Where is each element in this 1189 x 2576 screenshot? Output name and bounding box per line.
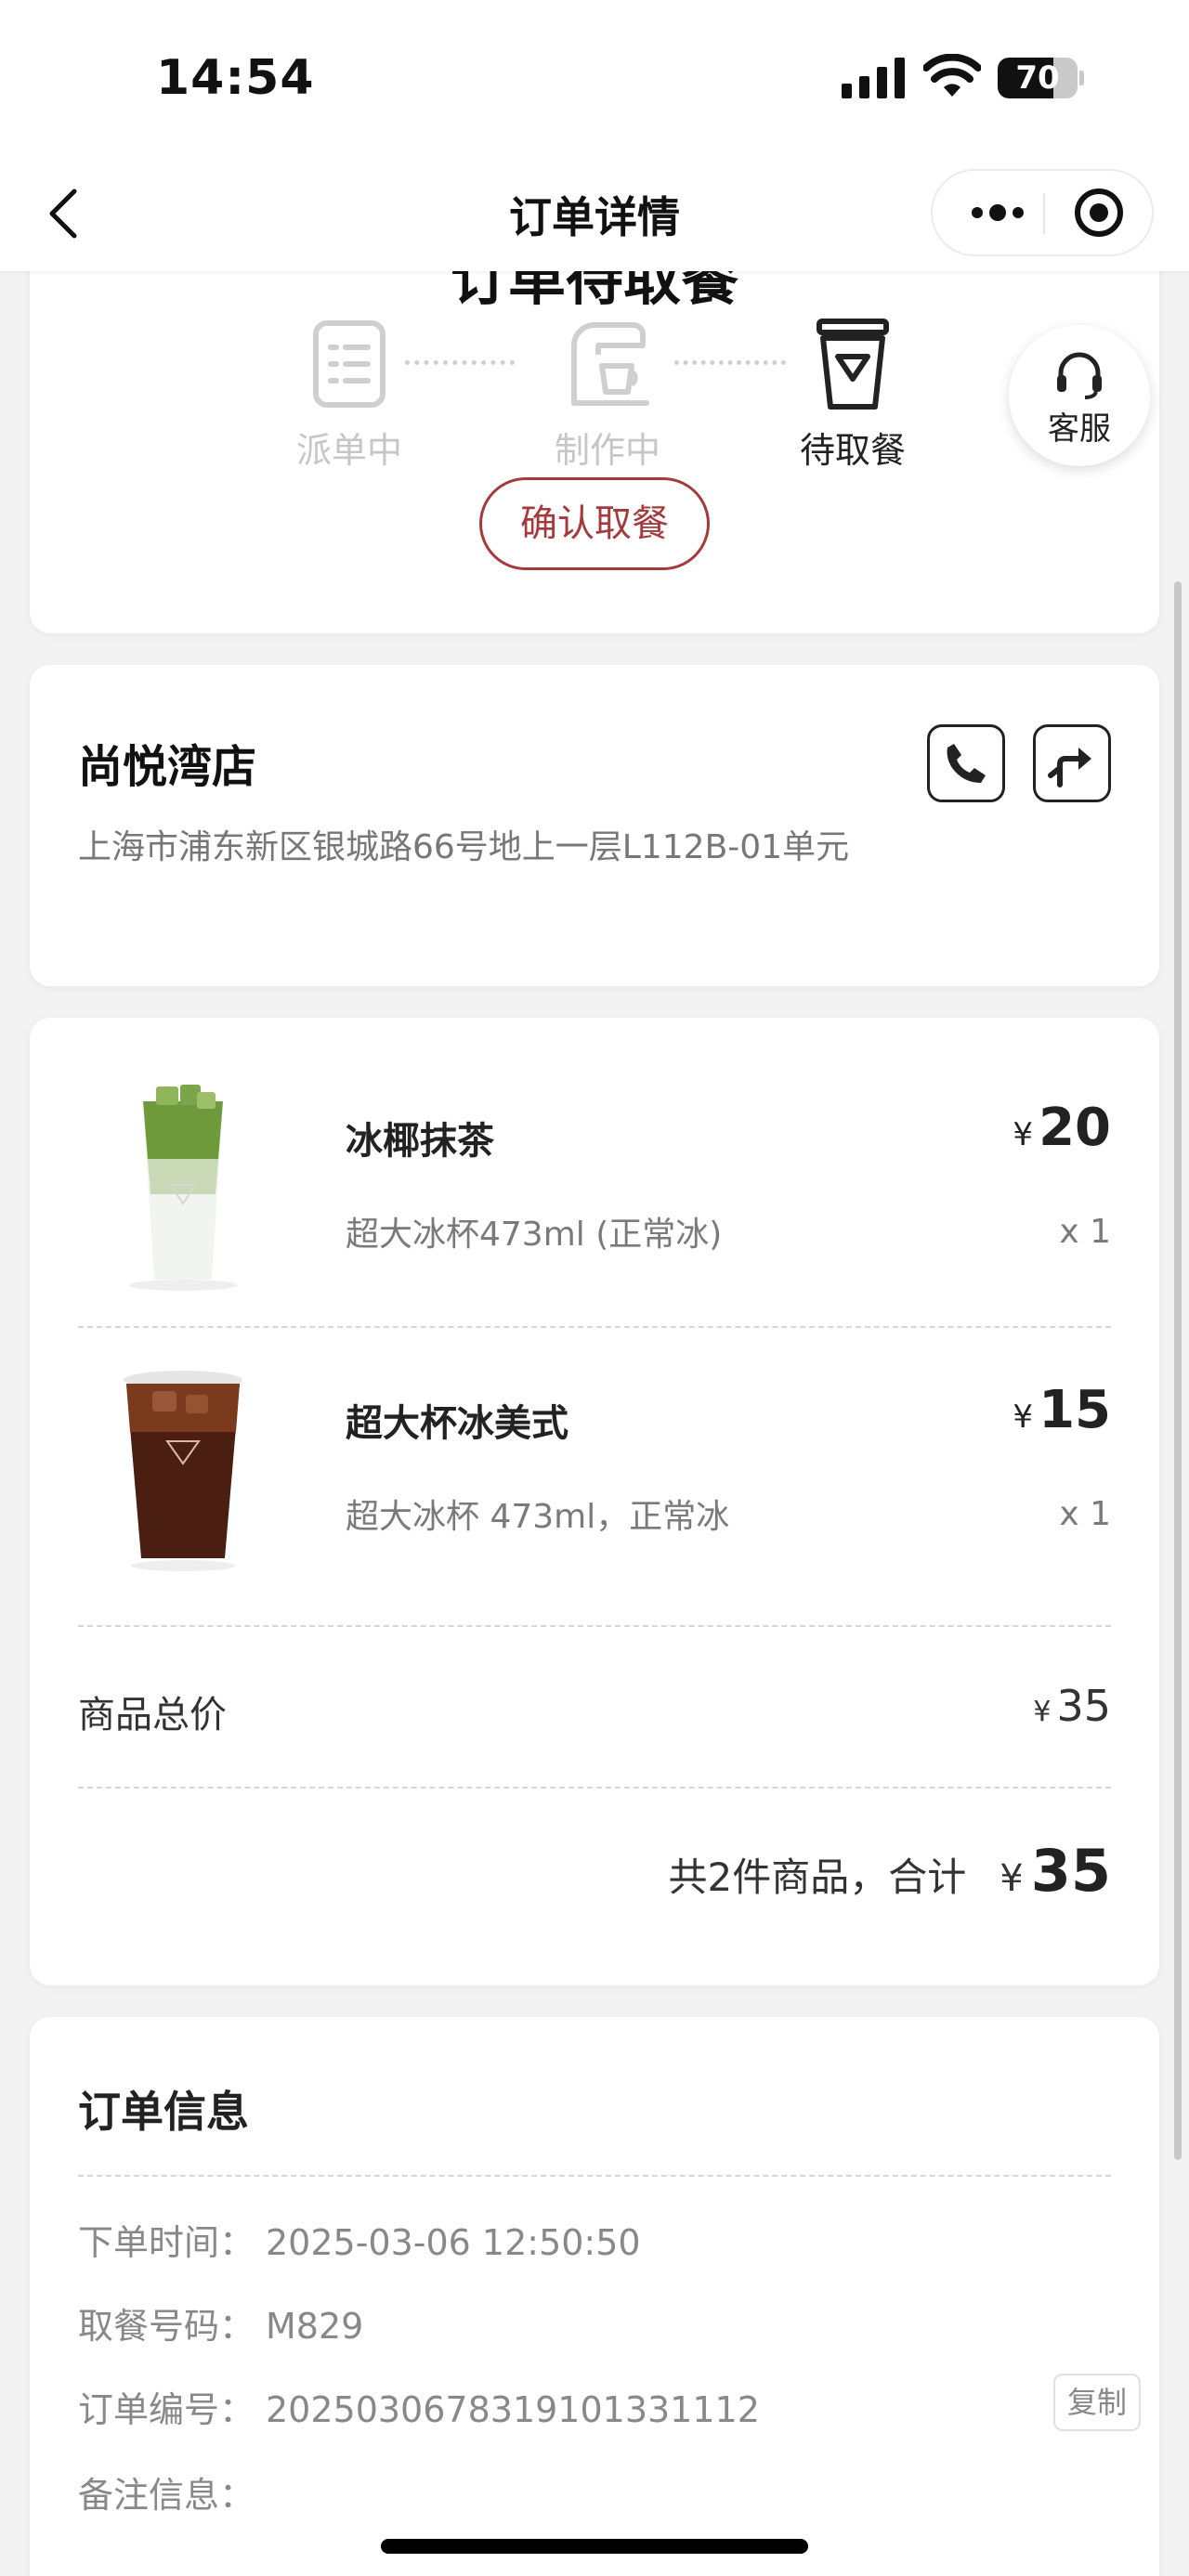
nav-bar: 订单详情 (0, 158, 1189, 271)
order-info-card: 订单信息 下单时间： 2025-03-06 12:50:50 取餐号码： M829 … (30, 2017, 1159, 2576)
confirm-pickup-button[interactable]: 确认取餐 (479, 477, 710, 570)
pickup-code-row: 取餐号码： M829 (78, 2297, 363, 2348)
order-time-row: 下单时间： 2025-03-06 12:50:50 (78, 2214, 641, 2265)
currency-symbol: ¥ (1013, 1116, 1034, 1153)
copy-order-number-button[interactable]: 复制 (1053, 2374, 1141, 2431)
status-bar: 14:54 70 (0, 0, 1189, 158)
store-address: 上海市浦东新区银城路66号地上一层L112B-01单元 (78, 828, 850, 866)
step-label: 待取餐 (799, 430, 906, 471)
item-spec: 超大冰杯473ml (正常冰) (346, 1216, 723, 1254)
iced-coconut-matcha-image (129, 1085, 237, 1291)
info-divider (78, 2175, 1111, 2177)
subtotal-value: ¥35 (1033, 1681, 1111, 1731)
total-text: 共2件商品，合计 (668, 1854, 967, 1900)
navigate-store-button[interactable] (1033, 724, 1111, 802)
info-key: 取餐号码： (78, 2306, 255, 2347)
customer-service-label: 客服 (1048, 410, 1111, 448)
coffee-machine-icon (571, 322, 649, 406)
total-row: 共2件商品，合计 ¥35 (669, 1837, 1111, 1905)
cellular-signal-icon (842, 58, 905, 98)
item-price: ¥20 (1013, 1098, 1111, 1158)
info-value: M829 (266, 2306, 364, 2347)
info-value: 2025030678319101331112 (266, 2389, 760, 2430)
info-key: 订单编号： (78, 2389, 255, 2430)
step-ready-for-pickup: 待取餐 (769, 318, 936, 473)
scrollbar[interactable] (1174, 581, 1182, 2160)
iced-americano-image (124, 1371, 242, 1571)
summary-divider (78, 1787, 1111, 1789)
call-store-button[interactable] (927, 724, 1005, 802)
store-card: 尚悦湾店 上海市浦东新区银城路66号地上一层L112B-01单元 (30, 665, 1159, 986)
status-time: 14:54 (156, 50, 315, 106)
currency-symbol: ¥ (1000, 1857, 1024, 1900)
capsule-divider (1043, 193, 1045, 234)
home-indicator[interactable] (381, 2539, 808, 2554)
step-connector (405, 360, 515, 365)
headset-icon (1057, 352, 1102, 399)
remarks-row: 备注信息： (78, 2466, 266, 2517)
item-divider (78, 1326, 1111, 1328)
item-price-amount: 20 (1039, 1098, 1111, 1158)
phone-icon (947, 744, 986, 783)
store-name: 尚悦湾店 (78, 741, 257, 793)
item-price-amount: 15 (1039, 1380, 1111, 1440)
order-status-card: 订单待取餐 派单中 制作中 待取餐 确认取餐 (30, 214, 1159, 633)
info-value: 2025-03-06 12:50:50 (266, 2222, 641, 2263)
step-label: 制作中 (554, 430, 660, 471)
dispatch-list-icon (313, 320, 385, 408)
info-key: 备注信息： (78, 2475, 255, 2516)
items-divider (78, 1625, 1111, 1627)
step-dispatching: 派单中 (256, 318, 442, 473)
battery-percentage: 70 (1015, 59, 1060, 97)
currency-symbol: ¥ (1033, 1696, 1052, 1728)
directions-icon (1048, 748, 1091, 787)
battery-icon: 70 (998, 58, 1084, 98)
order-items-card: 冰椰抹茶 超大冰杯473ml (正常冰) ¥20 x 1 超大杯冰美式 超大冰杯… (30, 1018, 1159, 1985)
mini-program-capsule (931, 169, 1154, 256)
item-name: 超大杯冰美式 (346, 1402, 568, 1445)
wifi-icon (923, 54, 981, 97)
step-preparing: 制作中 (515, 318, 700, 473)
item-price: ¥15 (1013, 1380, 1111, 1440)
subtotal-amount: 35 (1056, 1681, 1111, 1731)
customer-service-button[interactable]: 客服 (1009, 325, 1150, 466)
item-quantity: x 1 (1059, 1213, 1111, 1251)
item-quantity: x 1 (1059, 1495, 1111, 1533)
takeaway-cup-icon (817, 319, 889, 410)
more-icon[interactable] (953, 171, 1042, 254)
currency-symbol: ¥ (1013, 1399, 1034, 1436)
total-amount: 35 (1030, 1837, 1111, 1905)
subtotal-label: 商品总价 (78, 1694, 227, 1737)
item-name: 冰椰抹茶 (346, 1120, 494, 1163)
order-info-title: 订单信息 (78, 2087, 249, 2137)
step-label: 派单中 (295, 430, 402, 471)
order-number-row: 订单编号： 2025030678319101331112 (78, 2381, 760, 2432)
info-key: 下单时间： (78, 2222, 255, 2263)
close-target-icon[interactable] (1046, 171, 1152, 254)
item-spec: 超大冰杯 473ml，正常冰 (346, 1498, 730, 1536)
